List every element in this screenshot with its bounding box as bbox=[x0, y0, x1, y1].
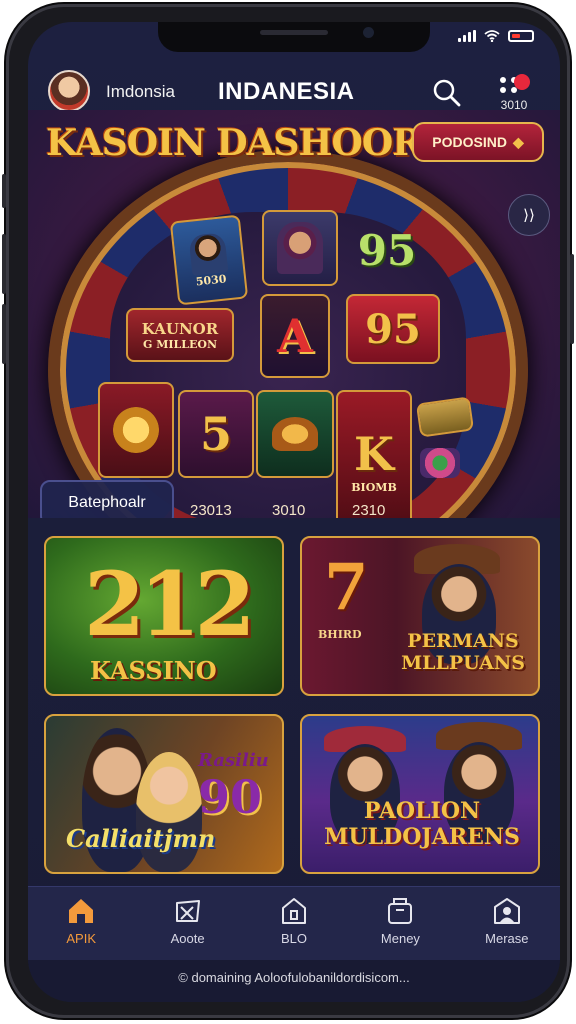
game-big-number: 90 bbox=[198, 770, 263, 824]
game-title: PERMANS MLLPUANS bbox=[401, 630, 525, 674]
game-script-label: Rasiliu bbox=[198, 750, 269, 771]
footer-copyright[interactable]: © domaining Aoloofulobanildordisicom... bbox=[28, 960, 560, 1002]
brand-title: INDANESIA bbox=[218, 78, 355, 105]
building-icon bbox=[282, 898, 307, 924]
slot-tile-letter-a: A bbox=[260, 294, 330, 378]
tile-label: 5030 bbox=[195, 271, 227, 288]
game-title: Calliaitjmn bbox=[66, 824, 216, 853]
nav-item-aoote[interactable]: Aoote bbox=[134, 887, 240, 960]
nav-label: Meney bbox=[380, 931, 420, 946]
promo-button[interactable]: PODOSIND ◆ bbox=[412, 122, 544, 162]
game-big-number: 212 bbox=[84, 552, 256, 656]
nav-label: Aoote bbox=[170, 931, 205, 946]
profile-icon bbox=[493, 898, 520, 924]
tile-letter: K bbox=[354, 426, 394, 481]
speaker-grille bbox=[260, 30, 328, 35]
double-arrow-icon[interactable]: ⟩⟩ bbox=[508, 194, 550, 236]
front-camera bbox=[363, 27, 374, 38]
tile-label: BIOMB bbox=[351, 480, 397, 494]
reel-value-3: 2310 bbox=[352, 502, 386, 518]
nav-label: BLO bbox=[281, 931, 308, 946]
notch bbox=[158, 22, 430, 52]
treasure-icon bbox=[272, 417, 318, 451]
game-card-paolion[interactable]: PAOLION MULDOJARENS bbox=[300, 714, 540, 874]
tile-number: 95 bbox=[365, 305, 421, 353]
phone-frame: Imdonsia INDANESIA 3010 KASOIN DASHOOR P… bbox=[2, 4, 574, 1018]
slot-tile-coin bbox=[98, 382, 174, 478]
hero-title: KASOIN DASHOOR bbox=[46, 122, 422, 164]
home-icon bbox=[69, 899, 94, 923]
wallet-icon bbox=[388, 898, 413, 924]
game-big-number: 7 bbox=[324, 550, 369, 625]
tile-letter: A bbox=[277, 309, 313, 363]
nav-item-blo[interactable]: BLO bbox=[241, 887, 347, 960]
game-card-permans[interactable]: 7 BHIRD PERMANS MLLPUANS bbox=[300, 536, 540, 696]
banner-subtitle: G MILLEON bbox=[142, 337, 218, 351]
nav-label: Merase bbox=[485, 931, 529, 946]
ticket-icon bbox=[175, 900, 200, 922]
volume-down-button bbox=[2, 304, 6, 364]
volume-up-button bbox=[2, 234, 6, 294]
bottom-navigation: APIK Aoote BLO Meney Merase bbox=[28, 886, 560, 960]
golden-coin-icon bbox=[113, 407, 159, 453]
woman-figure bbox=[136, 752, 202, 872]
game-card-calliaitjmn[interactable]: Rasiliu 90 Calliaitjmn bbox=[44, 714, 284, 874]
slot-tile-number-mid: 95 bbox=[346, 294, 440, 364]
slot-tile-five: 5 bbox=[178, 390, 254, 478]
nav-item-meney[interactable]: Meney bbox=[347, 887, 453, 960]
slot-tile-treasure bbox=[256, 390, 334, 478]
game-small-label: BHIRD bbox=[318, 628, 362, 641]
wifi-icon bbox=[484, 30, 500, 42]
power-button bbox=[570, 254, 574, 344]
portrait-figure bbox=[277, 222, 323, 274]
screen: Imdonsia INDANESIA 3010 KASOIN DASHOOR P… bbox=[28, 22, 560, 1002]
game-title: PAOLION MULDOJARENS bbox=[324, 798, 520, 850]
signal-icon bbox=[458, 30, 476, 42]
banner-title: KAUNOR bbox=[141, 319, 219, 338]
slot-tile-k: K BIOMB bbox=[336, 390, 412, 518]
reel-value-2: 3010 bbox=[272, 502, 306, 518]
nav-item-apik[interactable]: APIK bbox=[28, 887, 134, 960]
tile-number: 5 bbox=[199, 407, 232, 461]
portrait-figure bbox=[188, 231, 229, 276]
category-chip[interactable]: Batephoalr bbox=[40, 480, 174, 518]
slot-tile-number-top: 95 bbox=[346, 218, 428, 282]
battery-icon bbox=[508, 30, 534, 42]
slot-tile-center-portrait bbox=[262, 210, 338, 286]
tile-number: 95 bbox=[357, 225, 417, 275]
slot-tile-gems bbox=[420, 448, 460, 478]
diamond-icon: ◆ bbox=[512, 133, 524, 150]
reel-value-1: 23013 bbox=[190, 502, 232, 518]
hero-banner[interactable]: KASOIN DASHOOR PODOSIND ◆ ⟩⟩ 5030 95 KAU… bbox=[28, 110, 560, 518]
notification-dot bbox=[514, 74, 530, 90]
game-title: KASSINO bbox=[90, 656, 217, 685]
status-bar bbox=[458, 30, 534, 42]
mute-switch bbox=[2, 174, 6, 208]
avatar[interactable] bbox=[48, 70, 90, 112]
slot-tile-portrait: 5030 bbox=[169, 214, 249, 306]
game-card-kassino[interactable]: 212 KASSINO bbox=[44, 536, 284, 696]
slot-tile-banner: KAUNOR G MILLEON bbox=[126, 308, 234, 362]
nav-label: APIK bbox=[66, 931, 97, 946]
nav-item-merase[interactable]: Merase bbox=[454, 887, 560, 960]
promo-label: PODOSIND bbox=[432, 134, 507, 150]
region-label[interactable]: Imdonsia bbox=[106, 82, 175, 102]
search-icon[interactable] bbox=[430, 76, 464, 110]
